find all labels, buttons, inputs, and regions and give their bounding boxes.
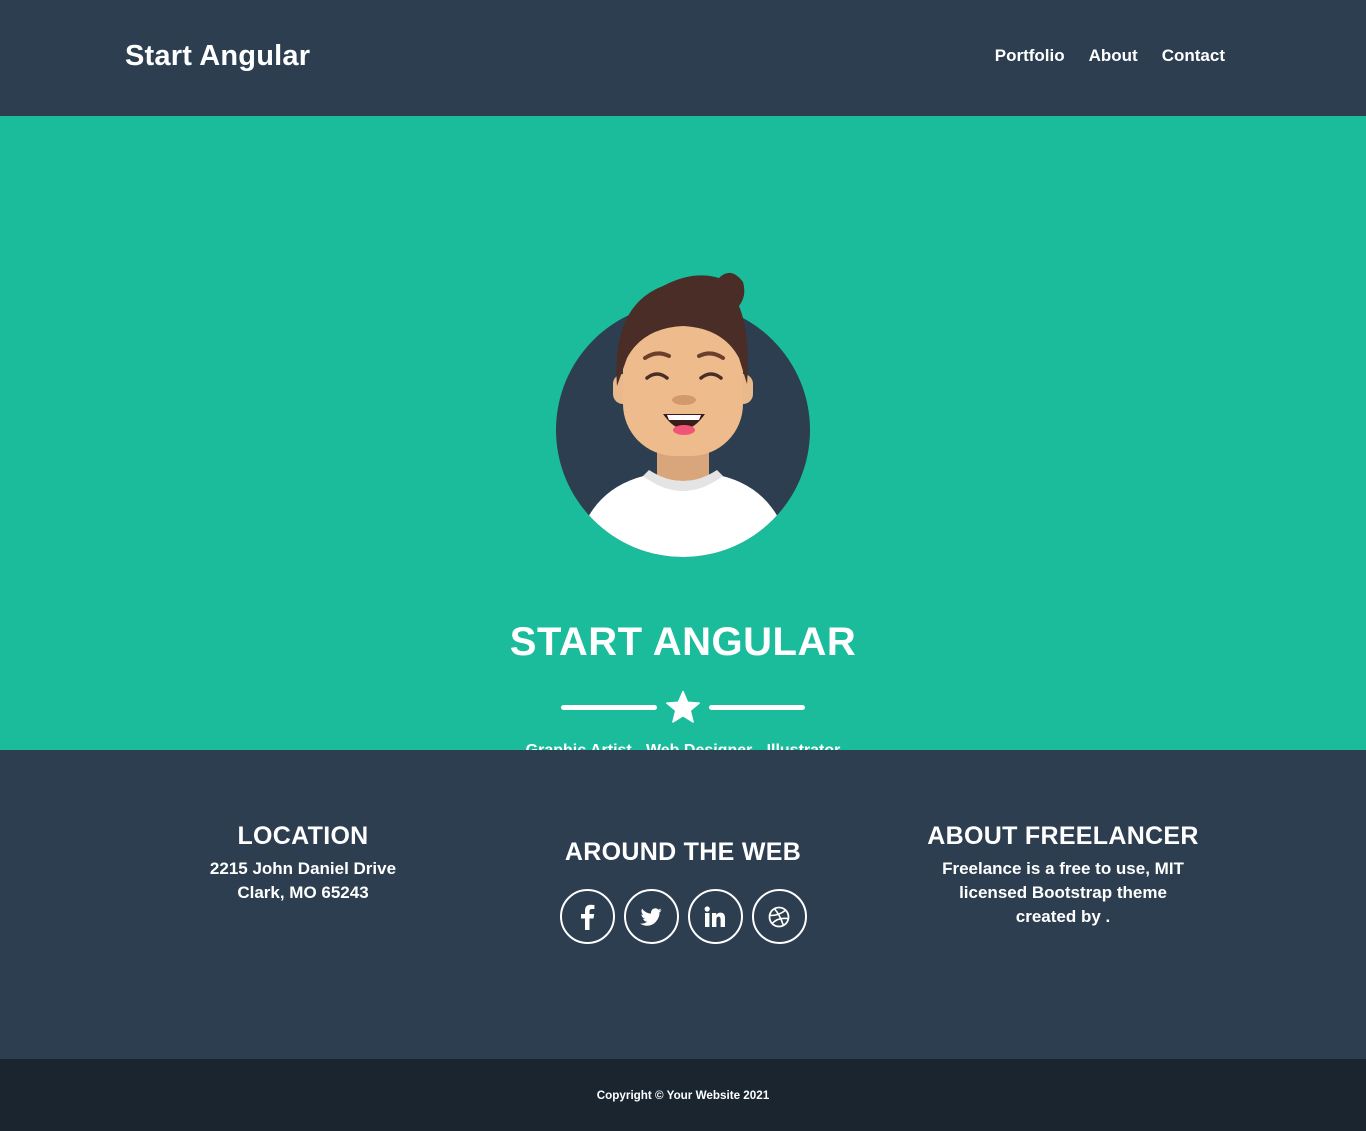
dribbble-icon xyxy=(768,906,790,927)
linkedin-icon xyxy=(704,905,725,927)
location-heading: LOCATION xyxy=(237,822,369,850)
masthead-title: START ANGULAR xyxy=(509,620,857,664)
nav-link-portfolio[interactable]: Portfolio xyxy=(995,46,1065,66)
divider xyxy=(561,690,805,726)
twitter-icon xyxy=(640,907,662,926)
nav-links: Portfolio About Contact xyxy=(995,46,1225,66)
social-links xyxy=(533,889,833,944)
copyright-text: Copyright © Your Website 2021 xyxy=(596,1089,770,1102)
linkedin-button[interactable] xyxy=(687,889,743,944)
footer-location: LOCATION 2215 John Daniel Drive Clark, M… xyxy=(153,822,453,905)
nav-link-contact[interactable]: Contact xyxy=(1162,46,1225,66)
twitter-button[interactable] xyxy=(623,889,679,944)
copyright-bar: Copyright © Your Website 2021 xyxy=(0,1059,1366,1131)
footer-social: AROUND THE WEB xyxy=(533,838,833,944)
location-line-1: 2215 John Daniel Drive xyxy=(209,859,397,878)
nav-link-about[interactable]: About xyxy=(1089,46,1138,66)
footer: LOCATION 2215 John Daniel Drive Clark, M… xyxy=(0,750,1366,1059)
dribbble-button[interactable] xyxy=(751,889,807,944)
social-heading: AROUND THE WEB xyxy=(564,838,802,866)
divider-line-left xyxy=(561,705,657,710)
location-line-2: Clark, MO 65243 xyxy=(237,883,369,902)
facebook-button[interactable] xyxy=(559,889,615,944)
masthead: START ANGULAR Graphic Artist - Web Desig… xyxy=(0,116,1366,759)
avatar-illustration xyxy=(556,272,810,557)
star-icon xyxy=(666,690,700,723)
about-heading: ABOUT FREELANCER xyxy=(927,822,1199,850)
divider-line-right xyxy=(709,705,805,710)
about-text: Freelance is a free to use, MIT licensed… xyxy=(942,859,1184,926)
footer-about: ABOUT FREELANCER Freelance is a free to … xyxy=(913,822,1213,929)
navbar: Start Angular Portfolio About Contact xyxy=(0,0,1366,116)
brand-link[interactable]: Start Angular xyxy=(125,40,310,73)
facebook-icon xyxy=(581,904,595,930)
